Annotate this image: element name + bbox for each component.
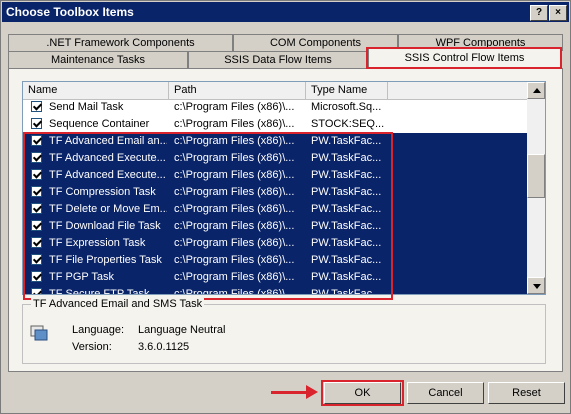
- table-row[interactable]: Sequence Container c:\Program Files (x86)…: [23, 116, 527, 133]
- version-label: Version:: [72, 341, 112, 353]
- table-row[interactable]: Send Mail Task c:\Program Files (x86)\...…: [23, 99, 527, 116]
- selected-rows-highlight: [23, 132, 393, 300]
- assembly-icon: [30, 325, 48, 341]
- ok-button-highlight: [321, 380, 404, 406]
- title-bar[interactable]: Choose Toolbox Items ? ×: [2, 2, 569, 22]
- column-header-path[interactable]: Path: [169, 82, 306, 99]
- arrow-down-icon: [533, 284, 541, 289]
- list-header: Name Path Type Name: [23, 82, 527, 100]
- close-button[interactable]: ×: [549, 5, 567, 21]
- help-button[interactable]: ?: [530, 5, 548, 21]
- vertical-scrollbar[interactable]: [527, 82, 545, 294]
- tab-maintenance-tasks[interactable]: Maintenance Tasks: [8, 51, 188, 68]
- row-checkbox[interactable]: [31, 101, 42, 112]
- reset-button[interactable]: Reset: [488, 382, 565, 404]
- details-title: TF Advanced Email and SMS Task: [31, 298, 205, 310]
- scroll-up-button[interactable]: [527, 82, 545, 99]
- item-details-group: TF Advanced Email and SMS Task Language:…: [22, 298, 546, 364]
- cancel-button[interactable]: Cancel: [407, 382, 484, 404]
- cell-name: Sequence Container: [49, 118, 150, 130]
- scroll-down-button[interactable]: [527, 277, 545, 294]
- tab-ssis-data-flow-items[interactable]: SSIS Data Flow Items: [188, 51, 368, 68]
- tab-net-framework-components[interactable]: .NET Framework Components: [8, 34, 233, 51]
- cell-name: Send Mail Task: [49, 101, 124, 113]
- cell-type-name: Microsoft.Sq...: [311, 101, 382, 113]
- scroll-thumb[interactable]: [527, 154, 545, 198]
- pointer-arrow-head-icon: [306, 385, 318, 399]
- cell-path: c:\Program Files (x86)\...: [174, 118, 295, 130]
- cell-path: c:\Program Files (x86)\...: [174, 101, 295, 113]
- column-header-type-name[interactable]: Type Name: [306, 82, 388, 99]
- language-label: Language:: [72, 324, 124, 336]
- dialog-window: Choose Toolbox Items ? × .NET Framework …: [0, 0, 571, 414]
- arrow-up-icon: [533, 88, 541, 93]
- selected-tab-highlight: [366, 47, 562, 69]
- pointer-arrow-line: [271, 391, 309, 394]
- language-value: Language Neutral: [138, 324, 226, 336]
- column-header-name[interactable]: Name: [23, 82, 169, 99]
- cell-type-name: STOCK:SEQ...: [311, 118, 385, 130]
- version-value: 3.6.0.1125: [138, 341, 190, 353]
- window-title: Choose Toolbox Items: [6, 5, 134, 19]
- row-checkbox[interactable]: [31, 118, 42, 129]
